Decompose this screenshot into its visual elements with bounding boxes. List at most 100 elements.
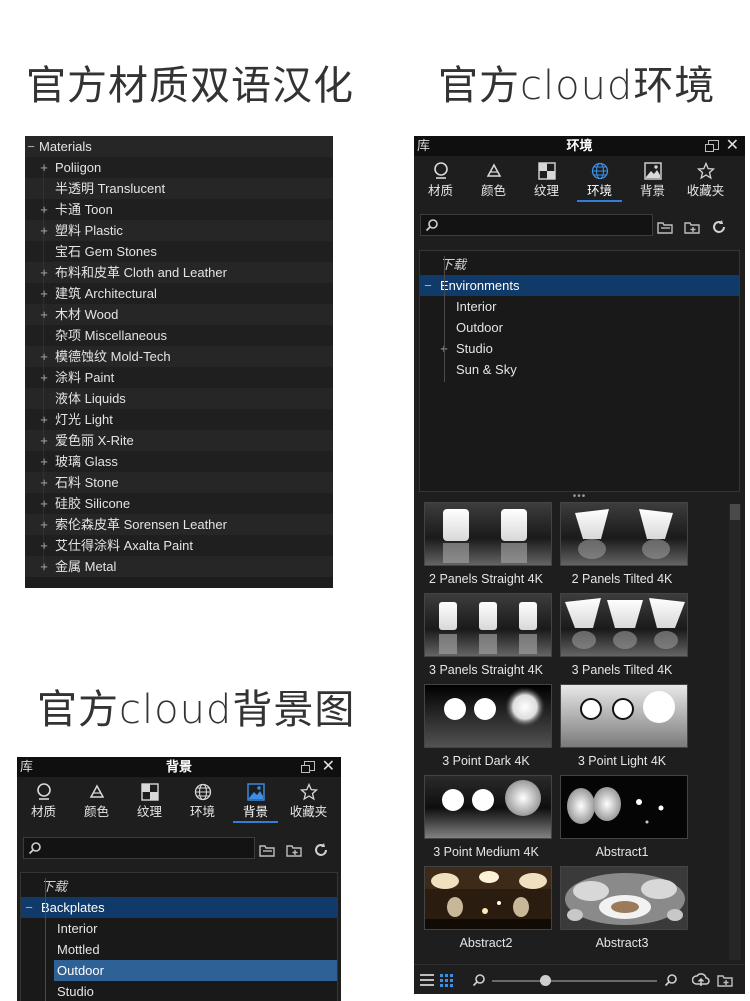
- thumbnail-image[interactable]: [424, 684, 552, 748]
- tree-item[interactable]: Studio: [54, 981, 337, 1001]
- tab-environments[interactable]: 环境: [573, 158, 626, 202]
- expand-icon[interactable]: +: [38, 367, 50, 388]
- grid-view-icon[interactable]: [440, 974, 453, 987]
- list-view-icon[interactable]: [420, 974, 434, 986]
- search-input[interactable]: [23, 837, 255, 859]
- thumbnail-item[interactable]: 3 Panels Tilted 4K: [554, 593, 690, 684]
- tab-colors[interactable]: 颜色: [467, 158, 520, 200]
- thumbnail-item[interactable]: 3 Point Dark 4K: [418, 684, 554, 775]
- expand-icon[interactable]: +: [38, 157, 50, 178]
- tree-item[interactable]: 半透明 Translucent: [25, 178, 333, 199]
- tree-item[interactable]: + 金属 Metal: [25, 556, 333, 577]
- float-window-icon[interactable]: [705, 140, 719, 152]
- expand-icon[interactable]: +: [38, 472, 50, 493]
- thumbnail-item[interactable]: 3 Point Light 4K: [554, 684, 690, 775]
- tree-item[interactable]: 宝石 Gem Stones: [25, 241, 333, 262]
- tree-item[interactable]: + 硅胶 Silicone: [25, 493, 333, 514]
- tree-item[interactable]: + 模德蚀纹 Mold-Tech: [25, 346, 333, 367]
- float-window-icon[interactable]: [301, 761, 315, 773]
- tab-favorites[interactable]: 收藏夹: [679, 158, 732, 200]
- tree-item[interactable]: Outdoor: [54, 960, 337, 981]
- tab-backplates[interactable]: 背景: [626, 158, 679, 200]
- slider-knob[interactable]: [540, 975, 551, 986]
- tree-item[interactable]: 下载: [420, 254, 739, 275]
- folder-add-icon[interactable]: [286, 842, 302, 858]
- tree-item[interactable]: + 卡通 Toon: [25, 199, 333, 220]
- folder-icon[interactable]: [657, 219, 673, 235]
- thumbnail-item[interactable]: 2 Panels Straight 4K: [418, 502, 554, 593]
- tab-environments[interactable]: 环境: [176, 779, 229, 821]
- expand-icon[interactable]: +: [38, 493, 50, 514]
- expand-icon[interactable]: +: [38, 451, 50, 472]
- expand-icon[interactable]: +: [38, 346, 50, 367]
- tab-favorites[interactable]: 收藏夹: [282, 779, 335, 821]
- tree-item[interactable]: + 石料 Stone: [25, 472, 333, 493]
- expand-icon[interactable]: +: [38, 220, 50, 241]
- tree-item[interactable]: 下载: [21, 876, 337, 897]
- tree-item[interactable]: Interior: [453, 296, 739, 317]
- expand-icon[interactable]: +: [38, 304, 50, 325]
- thumbnail-image[interactable]: [424, 866, 552, 930]
- thumbnail-image[interactable]: [560, 866, 688, 930]
- expand-icon[interactable]: +: [38, 409, 50, 430]
- tree-item[interactable]: − Backplates: [21, 897, 337, 918]
- tree-item[interactable]: +Studio: [440, 338, 739, 359]
- tree-item[interactable]: − Materials: [25, 136, 333, 157]
- tab-colors[interactable]: 颜色: [70, 779, 123, 821]
- folder-add-icon[interactable]: [717, 972, 733, 988]
- expand-icon[interactable]: +: [38, 514, 50, 535]
- thumbnail-image[interactable]: [560, 684, 688, 748]
- expand-icon[interactable]: +: [38, 556, 50, 577]
- zoom-out-icon[interactable]: [472, 973, 486, 987]
- tab-textures[interactable]: 纹理: [520, 158, 573, 200]
- thumbnail-image[interactable]: [560, 775, 688, 839]
- tree-item[interactable]: + 灯光 Light: [25, 409, 333, 430]
- thumbnail-item[interactable]: 2 Panels Tilted 4K: [554, 502, 690, 593]
- thumbnail-item[interactable]: Abstract1: [554, 775, 690, 866]
- thumbnail-image[interactable]: [560, 502, 688, 566]
- expand-icon[interactable]: +: [38, 262, 50, 283]
- tree-item[interactable]: + 涂料 Paint: [25, 367, 333, 388]
- tab-textures[interactable]: 纹理: [123, 779, 176, 821]
- thumbnail-scrollbar[interactable]: [729, 504, 741, 960]
- tab-backplates[interactable]: 背景: [229, 779, 282, 823]
- tree-item[interactable]: Interior: [54, 918, 337, 939]
- splitter-handle[interactable]: •••: [414, 491, 745, 502]
- close-icon[interactable]: ✕: [322, 757, 335, 777]
- collapse-icon[interactable]: −: [25, 136, 37, 157]
- tree-item[interactable]: 杂项 Miscellaneous: [25, 325, 333, 346]
- tree-item[interactable]: 液体 Liquids: [25, 388, 333, 409]
- tree-item[interactable]: + 建筑 Architectural: [25, 283, 333, 304]
- thumbnail-item[interactable]: 3 Point Medium 4K: [418, 775, 554, 866]
- tree-item[interactable]: Outdoor: [453, 317, 739, 338]
- folder-icon[interactable]: [259, 842, 275, 858]
- search-input[interactable]: [420, 214, 653, 236]
- close-icon[interactable]: ✕: [726, 136, 739, 156]
- thumbnail-item[interactable]: 3 Panels Straight 4K: [418, 593, 554, 684]
- collapse-icon[interactable]: −: [422, 275, 434, 296]
- thumbnail-image[interactable]: [424, 593, 552, 657]
- tab-materials[interactable]: 材质: [414, 158, 467, 200]
- tree-item[interactable]: − Environments: [420, 275, 739, 296]
- tree-item[interactable]: Mottled: [54, 939, 337, 960]
- tree-item[interactable]: + 索伦森皮革 Sorensen Leather: [25, 514, 333, 535]
- tree-item[interactable]: Sun & Sky: [453, 359, 739, 380]
- thumbnail-item[interactable]: Abstract2: [418, 866, 554, 957]
- thumbnail-item[interactable]: Abstract3: [554, 866, 690, 957]
- expand-icon[interactable]: +: [38, 283, 50, 304]
- expand-icon[interactable]: +: [38, 199, 50, 220]
- zoom-in-icon[interactable]: [664, 973, 678, 987]
- folder-add-icon[interactable]: [684, 219, 700, 235]
- tab-materials[interactable]: 材质: [17, 779, 70, 821]
- refresh-icon[interactable]: [313, 842, 329, 858]
- tree-item[interactable]: + 艾仕得涂料 Axalta Paint: [25, 535, 333, 556]
- thumbnail-image[interactable]: [424, 775, 552, 839]
- tree-item[interactable]: + 玻璃 Glass: [25, 451, 333, 472]
- tree-item[interactable]: + 布料和皮革 Cloth and Leather: [25, 262, 333, 283]
- cloud-upload-icon[interactable]: [692, 971, 710, 988]
- expand-icon[interactable]: +: [38, 535, 50, 556]
- tree-item[interactable]: + 木材 Wood: [25, 304, 333, 325]
- thumbnail-image[interactable]: [424, 502, 552, 566]
- collapse-icon[interactable]: −: [23, 897, 35, 918]
- tree-item[interactable]: + 塑料 Plastic: [25, 220, 333, 241]
